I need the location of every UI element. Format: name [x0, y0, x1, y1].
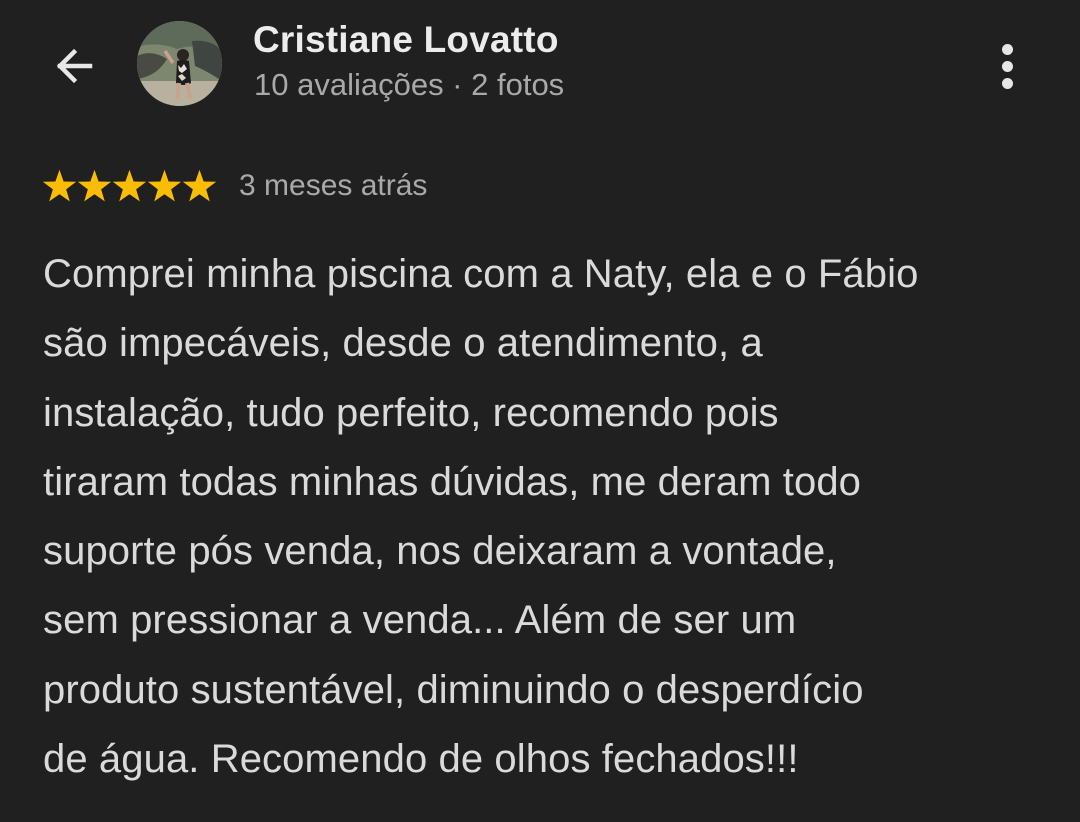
reviewer-stats[interactable]: 10 avaliações · 2 fotos — [254, 67, 564, 103]
star-icon — [112, 169, 147, 201]
more-vert-icon-dot — [1001, 43, 1013, 55]
star-icon — [42, 169, 77, 201]
star-icon — [182, 169, 217, 201]
review-header: Cristiane Lovatto 10 avaliações · 2 foto… — [0, 0, 1080, 140]
star-icon — [77, 169, 112, 201]
review-text-line: tiraram todas minhas dúvidas, me deram t… — [43, 459, 862, 504]
reviewer-name[interactable]: Cristiane Lovatto — [253, 19, 559, 61]
back-button[interactable] — [44, 36, 104, 96]
star-icon — [147, 169, 182, 201]
more-vert-icon-dot — [1001, 77, 1013, 89]
review-text: Comprei minha piscina com a Naty, ela e … — [43, 240, 1053, 794]
more-options-button[interactable] — [984, 38, 1030, 94]
star-rating — [42, 169, 217, 204]
more-vert-icon-dot — [1001, 60, 1013, 72]
review-text-line: de água. Recomendo de olhos fechados!!! — [43, 737, 799, 782]
review-text-line: Comprei minha piscina com a Naty, ela e … — [43, 252, 919, 296]
review-text-line: são impecáveis, desde o atendimento, a — [43, 321, 763, 366]
avatar[interactable] — [137, 21, 222, 106]
rating-row: 3 meses atrás — [42, 164, 427, 208]
review-text-line: sem pressionar a venda... Além de ser um — [43, 598, 797, 643]
review-text-line: instalação, tudo perfeito, recomendo poi… — [43, 390, 779, 435]
review-text-line: suporte pós venda, nos deixaram a vontad… — [43, 529, 837, 574]
profile-photo — [137, 21, 222, 106]
review-date: 3 meses atrás — [239, 169, 428, 202]
arrow-left-icon — [56, 48, 93, 84]
review-text-line: produto sustentável, diminuindo o desper… — [43, 667, 864, 712]
